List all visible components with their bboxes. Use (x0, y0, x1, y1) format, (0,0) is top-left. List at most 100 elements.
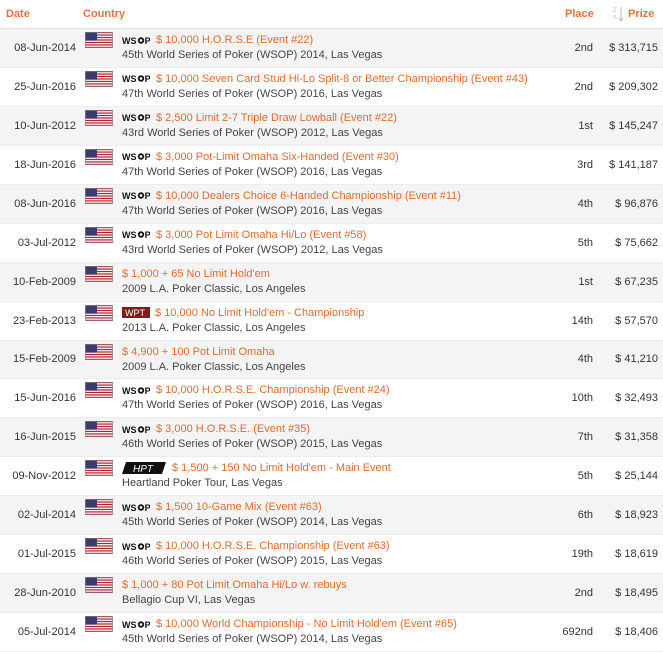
row-date: 05-Jul-2014 (17, 626, 76, 639)
us-flag-icon (85, 421, 113, 438)
svg-text:P: P (145, 113, 150, 123)
table-row: 09-Nov-2012 HPT $ 1,500 + 150 No Limit H… (0, 457, 663, 497)
event-link[interactable]: $ 1,500 + 150 No Limit Hold'em - Main Ev… (172, 462, 391, 474)
event-link[interactable]: $ 1,500 10-Game Mix (Event #63) (156, 501, 322, 513)
row-date: 03-Jul-2012 (17, 236, 76, 249)
svg-text:P: P (145, 74, 150, 84)
row-event-cell: $ 4,900 + 100 Pot Limit Omaha 2009 L.A. … (122, 346, 553, 373)
table-row: 10-Feb-2009 $ 1,000 + 65 No Limit Hold'e… (0, 262, 663, 302)
sort-az-icon[interactable]: Z A (612, 5, 624, 23)
event-link[interactable]: $ 3,000 H.O.R.S.E. (Event #35) (156, 423, 310, 435)
row-event-cell: WS P $ 2,500 Limit 2-7 Triple Draw Lowbal… (122, 112, 553, 139)
row-date: 15-Feb-2009 (13, 353, 76, 366)
event-link[interactable]: $ 10,000 H.O.R.S.E. Championship (Event … (156, 540, 390, 552)
row-date: 01-Jul-2015 (17, 548, 76, 561)
row-date: 02-Jul-2014 (17, 509, 76, 522)
row-prize: $ 18,619 (615, 548, 658, 561)
svg-text:P: P (145, 152, 150, 162)
table-row: 05-Jul-2014 WS P $ 10,000 World Champions… (0, 613, 663, 652)
wsop-logo-icon: WS P (122, 542, 150, 552)
event-link[interactable]: $ 10,000 Dealers Choice 6-Handed Champio… (156, 190, 461, 202)
row-prize: $ 141,187 (609, 158, 658, 171)
us-flag-icon (85, 226, 113, 243)
row-event-cell: $ 1,000 + 80 Pot Limit Omaha Hi/Lo w. re… (122, 579, 553, 606)
wsop-logo-icon: WS P (122, 620, 150, 630)
row-event-cell: WS P $ 10,000 Dealers Choice 6-Handed Cha… (122, 190, 553, 217)
row-place: 1st (578, 275, 593, 288)
event-series: 46th World Series of Poker (WSOP) 2015, … (122, 438, 383, 451)
event-series: 47th World Series of Poker (WSOP) 2016, … (122, 87, 383, 100)
svg-text:WS: WS (122, 386, 137, 396)
row-prize: $ 209,302 (609, 80, 658, 93)
row-event-cell: WS P $ 3,000 Pot Limit Omaha Hi/Lo (Event… (122, 229, 553, 256)
row-event-cell: WS P $ 10,000 Seven Card Stud Hi-Lo Split… (122, 73, 553, 100)
event-series: 46th World Series of Poker (WSOP) 2015, … (122, 555, 383, 568)
svg-text:WS: WS (122, 542, 137, 552)
table-row: 15-Feb-2009 $ 4,900 + 100 Pot Limit Omah… (0, 340, 663, 380)
event-link[interactable]: $ 3,000 Pot-Limit Omaha Six-Handed (Even… (156, 151, 399, 163)
wsop-logo-icon: WS P (122, 113, 150, 123)
row-place: 7th (577, 431, 593, 444)
row-place: 2nd (574, 80, 593, 93)
event-link[interactable]: $ 10,000 World Championship - No Limit H… (156, 618, 457, 630)
event-link[interactable]: $ 1,000 + 80 Pot Limit Omaha Hi/Lo w. re… (122, 579, 347, 591)
event-link[interactable]: $ 10,000 H.O.R.S.E. Championship (Event … (156, 384, 390, 396)
row-prize: $ 145,247 (609, 119, 658, 132)
row-prize: $ 32,493 (615, 392, 658, 405)
event-link[interactable]: $ 3,000 Pot Limit Omaha Hi/Lo (Event #58… (156, 229, 366, 241)
wsop-logo-icon: WS P (122, 503, 150, 513)
row-event-cell: WS P $ 10,000 H.O.R.S.E (Event #22) 45th … (122, 34, 553, 61)
event-link[interactable]: $ 10,000 Seven Card Stud Hi-Lo Split-8 o… (156, 73, 528, 85)
wsop-logo-icon: WS P (122, 425, 150, 435)
us-flag-icon (85, 70, 113, 87)
wsop-logo-icon: WS P (122, 36, 150, 46)
row-date: 08-Jun-2014 (14, 41, 76, 54)
wsop-logo-icon: WS P (122, 230, 150, 240)
row-prize: $ 96,876 (615, 197, 658, 210)
wpt-logo-icon: WPT (122, 307, 150, 319)
row-event-cell: WS P $ 10,000 H.O.R.S.E. Championship (Ev… (122, 384, 553, 411)
event-series: 47th World Series of Poker (WSOP) 2016, … (122, 165, 383, 178)
svg-text:WS: WS (122, 74, 137, 84)
event-link[interactable]: $ 2,500 Limit 2-7 Triple Draw Lowball (E… (156, 112, 397, 124)
row-place: 3rd (577, 158, 593, 171)
row-event-cell: HPT $ 1,500 + 150 No Limit Hold'em - Mai… (122, 462, 553, 489)
us-flag-icon (85, 499, 113, 516)
event-series: Bellagio Cup VI, Las Vegas (122, 594, 256, 607)
event-series: Heartland Poker Tour, Las Vegas (122, 477, 283, 490)
column-header-place[interactable]: Place (565, 8, 594, 20)
svg-text:P: P (145, 425, 150, 435)
column-header-country[interactable]: Country (83, 8, 125, 20)
svg-text:WS: WS (122, 152, 137, 162)
event-link[interactable]: $ 10,000 H.O.R.S.E (Event #22) (156, 34, 313, 46)
us-flag-icon (85, 304, 113, 321)
row-prize: $ 18,406 (615, 626, 658, 639)
column-header-prize[interactable]: Prize (628, 8, 654, 20)
row-date: 15-Jun-2016 (14, 392, 76, 405)
us-flag-icon (85, 148, 113, 165)
us-flag-icon (85, 382, 113, 399)
results-table-body: 08-Jun-2014 WS P $ 10,000 H.O.R.S.E (Even… (0, 29, 663, 652)
event-link[interactable]: $ 4,900 + 100 Pot Limit Omaha (122, 346, 275, 358)
column-header-date[interactable]: Date (6, 8, 30, 20)
svg-text:P: P (145, 542, 150, 552)
table-row: 23-Feb-2013 WPT $ 10,000 No Limit Hold'e… (0, 302, 663, 341)
row-prize: $ 57,570 (615, 314, 658, 327)
row-date: 08-Jun-2016 (14, 197, 76, 210)
svg-text:WS: WS (122, 36, 137, 46)
event-link[interactable]: $ 10,000 No Limit Hold'em - Championship (155, 307, 364, 319)
row-date: 25-Jun-2016 (14, 80, 76, 93)
row-prize: $ 18,495 (615, 587, 658, 600)
event-link[interactable]: $ 1,000 + 65 No Limit Hold'em (122, 268, 270, 280)
row-place: 5th (577, 470, 593, 483)
row-place: 4th (577, 197, 593, 210)
us-flag-icon (85, 187, 113, 204)
wsop-logo-icon: WS P (122, 74, 150, 84)
row-prize: $ 25,144 (615, 470, 658, 483)
event-series: 2013 L.A. Poker Classic, Los Angeles (122, 321, 306, 334)
svg-text:WS: WS (122, 620, 137, 630)
svg-text:HPT: HPT (133, 464, 154, 474)
table-row: 02-Jul-2014 WS P $ 1,500 10-Game Mix (Eve… (0, 496, 663, 536)
row-prize: $ 18,923 (615, 509, 658, 522)
svg-text:WS: WS (122, 230, 137, 240)
